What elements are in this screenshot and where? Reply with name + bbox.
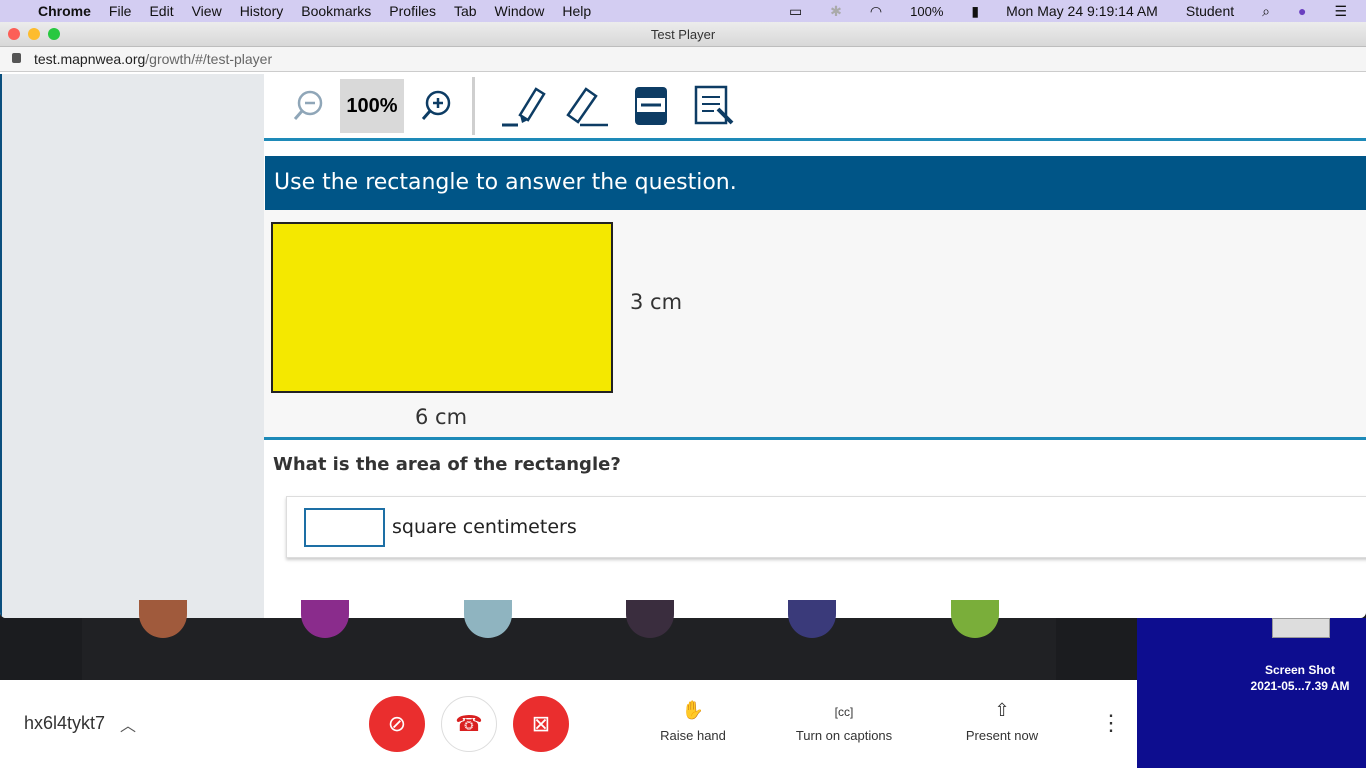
url-path: /growth/#/test-player [145, 51, 273, 67]
lock-icon [12, 53, 21, 63]
zoom-level: 100% [340, 79, 404, 133]
file-name: Screen Shot [1264, 663, 1336, 677]
left-panel [0, 74, 264, 618]
mic-off-icon: ⊘ [387, 711, 407, 736]
present-now-button[interactable]: ⇧ Present now [955, 700, 1049, 743]
more-options-icon[interactable]: ⋮ [1100, 710, 1122, 736]
meet-control-bar: hx6l4tykt7 ︿ ⊘ ☎ ⊠ ✋ Raise hand [cc] Turn … [0, 680, 1137, 768]
address-bar[interactable]: test.mapnwea.org/growth/#/test-player [0, 47, 1366, 72]
url-host: test.mapnwea.org [34, 51, 146, 67]
meeting-details-chevron-icon[interactable]: ︿ [120, 712, 136, 736]
desktop: Screen Shot 2021-05...7.39 AM [1137, 618, 1366, 768]
notification-center-icon[interactable]: ☰ [1325, 3, 1356, 20]
captions-label: Turn on captions [795, 728, 893, 743]
window-title: Test Player [650, 27, 716, 42]
answer-input[interactable] [304, 508, 385, 547]
file-date: 2021-05...7.39 AM [1250, 679, 1350, 693]
mic-toggle-button[interactable]: ⊘ [369, 696, 425, 752]
minimize-button[interactable] [28, 28, 40, 40]
eraser-button[interactable] [555, 79, 619, 133]
stimulus-area: 3 cm 6 cm [264, 210, 1366, 440]
spotlight-icon[interactable]: ⌕ [1253, 3, 1279, 20]
test-toolbar: 100% [264, 74, 1366, 141]
siri-icon[interactable]: ● [1289, 3, 1315, 19]
answer-box: square centimeters [286, 496, 1366, 558]
clock[interactable]: Mon May 24 9:19:14 AM [998, 3, 1167, 19]
mac-menubar: Chrome File Edit View History Bookmarks … [0, 0, 1366, 22]
highlighter-icon [502, 87, 546, 127]
yellow-rectangle [271, 222, 613, 393]
menu-history[interactable]: History [231, 3, 293, 19]
captions-icon: [cc] [834, 705, 854, 719]
menu-file[interactable]: File [100, 3, 141, 19]
title-bar: Test Player [0, 22, 1366, 47]
menu-view[interactable]: View [183, 3, 231, 19]
meeting-code: hx6l4tykt7 [24, 713, 106, 733]
battery-icon[interactable]: ▮ [962, 3, 988, 20]
close-button[interactable] [8, 28, 20, 40]
menu-edit[interactable]: Edit [140, 3, 182, 19]
notepad-icon [694, 85, 734, 125]
captions-button[interactable]: [cc] Turn on captions [784, 700, 904, 743]
zoom-out-icon [293, 90, 323, 120]
notepad-button[interactable] [683, 79, 747, 133]
toolbar-divider [472, 77, 475, 135]
zoom-out-button[interactable] [276, 79, 340, 133]
camera-off-icon: ⊠ [531, 711, 551, 736]
present-label: Present now [965, 728, 1039, 743]
answer-unit: square centimeters [392, 516, 577, 538]
zoom-in-button[interactable] [404, 79, 468, 133]
hand-icon: ✋ [681, 700, 705, 720]
meet-participant-strip [82, 618, 1056, 680]
maximize-button[interactable] [48, 28, 60, 40]
menu-profiles[interactable]: Profiles [380, 3, 445, 19]
height-label: 3 cm [630, 290, 683, 314]
screenshot-file-label[interactable]: Screen Shot 2021-05...7.39 AM [1237, 662, 1363, 694]
menu-chrome[interactable]: Chrome [29, 3, 100, 19]
airplay-icon[interactable]: ▭ [780, 3, 811, 20]
leave-call-button[interactable]: ☎ [441, 696, 497, 752]
bluetooth-icon[interactable]: ✱ [821, 3, 851, 20]
user-menu[interactable]: Student [1177, 3, 1243, 19]
hang-up-icon: ☎ [455, 711, 483, 736]
question-prompt: What is the area of the rectangle? [273, 454, 621, 475]
raise-hand-label: Raise hand [660, 728, 726, 743]
menu-help[interactable]: Help [553, 3, 600, 19]
screenshot-file-icon[interactable] [1272, 618, 1330, 638]
menu-window[interactable]: Window [486, 3, 554, 19]
line-reader-button[interactable] [619, 79, 683, 133]
question-banner: Use the rectangle to answer the question… [265, 156, 1366, 210]
eraser-icon [566, 87, 608, 127]
camera-toggle-button[interactable]: ⊠ [513, 696, 569, 752]
width-label: 6 cm [415, 405, 468, 429]
menu-tab[interactable]: Tab [445, 3, 486, 19]
menu-bookmarks[interactable]: Bookmarks [292, 3, 380, 19]
wifi-icon[interactable]: ◠ [861, 3, 891, 20]
present-icon: ⇧ [994, 700, 1010, 720]
battery-percent: 100% [910, 3, 944, 19]
raise-hand-button[interactable]: ✋ Raise hand [655, 700, 731, 743]
browser-window: Test Player test.mapnwea.org/growth/#/te… [0, 22, 1366, 618]
line-reader-icon [635, 87, 667, 125]
highlighter-button[interactable] [491, 79, 555, 133]
test-content: 100% Use the rectangle to answer the que… [264, 74, 1366, 618]
zoom-in-icon [421, 90, 451, 120]
